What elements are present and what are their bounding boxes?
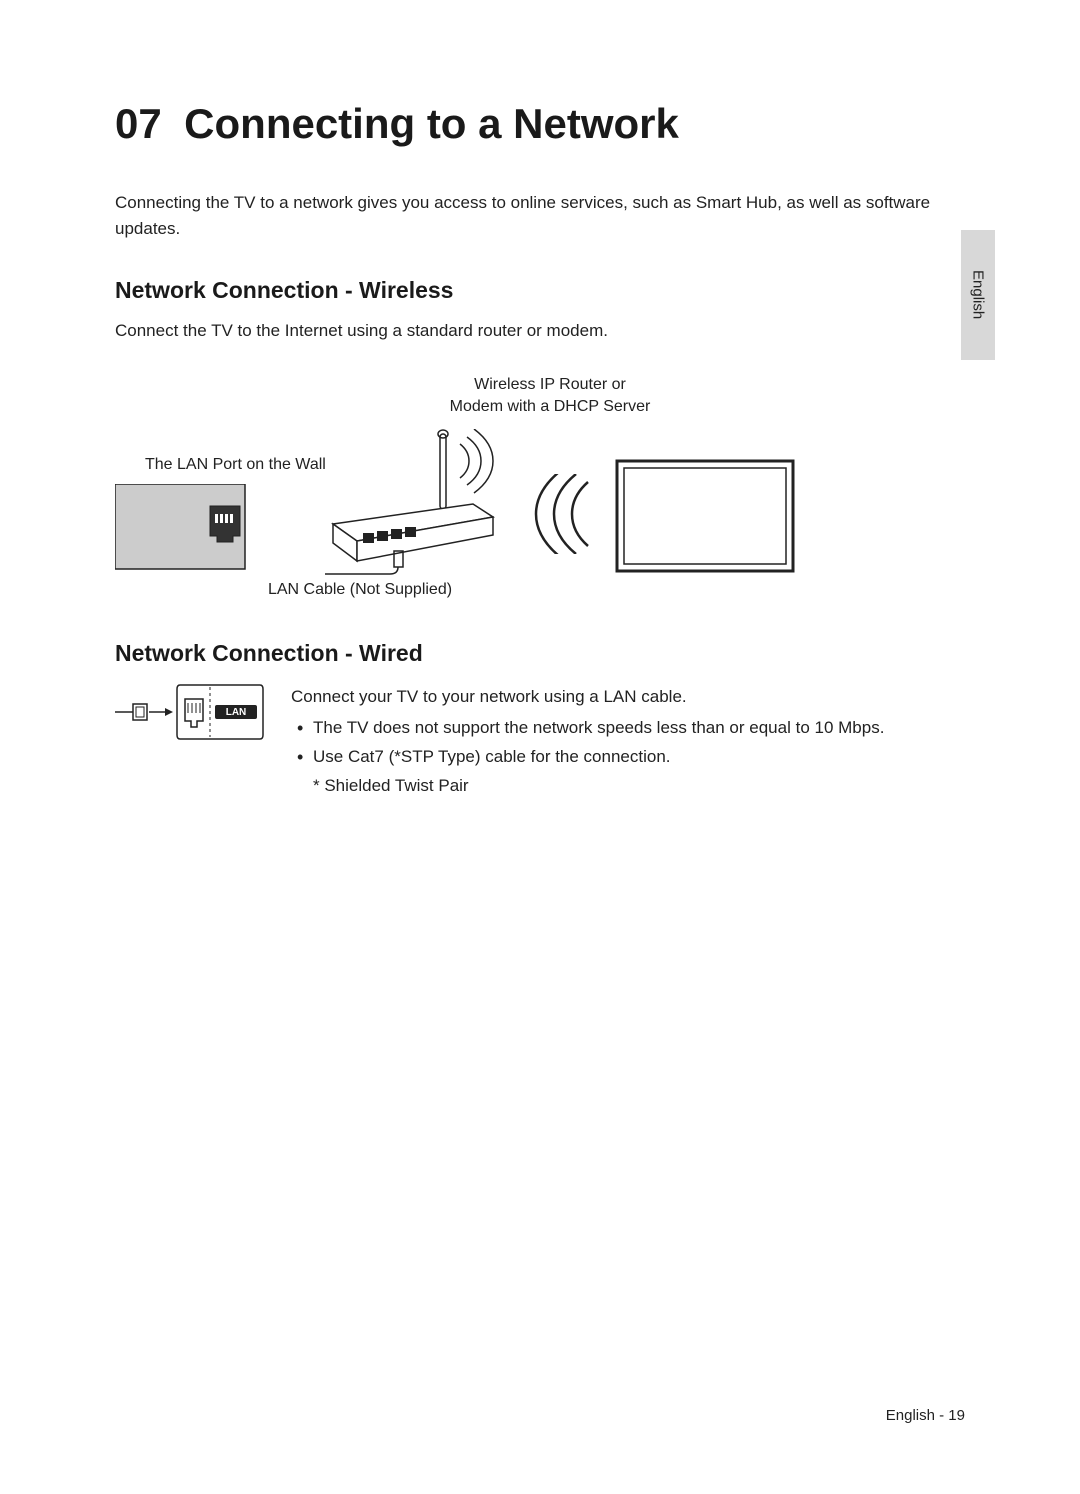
wireless-body: Connect the TV to the Internet using a s… xyxy=(115,318,965,344)
wired-text-block: Connect your TV to your network using a … xyxy=(291,683,884,800)
language-tab-text: English xyxy=(970,270,987,319)
wireless-signal-icon xyxy=(530,474,600,554)
wired-heading: Network Connection - Wired xyxy=(115,640,965,667)
lan-port-text: LAN xyxy=(226,707,247,718)
tv-icon xyxy=(615,459,795,574)
chapter-title: Connecting to a Network xyxy=(184,100,679,147)
wired-bullet-1: The TV does not support the network spee… xyxy=(291,714,884,741)
wired-section: LAN Connect your TV to your network usin… xyxy=(115,683,965,800)
wall-port-icon xyxy=(115,484,255,574)
chapter-header: 07 Connecting to a Network xyxy=(115,100,965,148)
chapter-number: 07 xyxy=(115,100,162,147)
lan-port-icon: LAN xyxy=(115,683,265,741)
page-number: English - 19 xyxy=(886,1407,965,1424)
router-label-line1: Wireless IP Router or xyxy=(425,374,675,396)
wired-footnote: * Shielded Twist Pair xyxy=(291,772,884,799)
wireless-heading: Network Connection - Wireless xyxy=(115,277,965,304)
intro-paragraph: Connecting the TV to a network gives you… xyxy=(115,190,965,241)
router-icon xyxy=(325,429,505,579)
router-label-line2: Modem with a DHCP Server xyxy=(425,396,675,418)
language-tab: English xyxy=(961,230,995,360)
router-label: Wireless IP Router or Modem with a DHCP … xyxy=(425,374,675,419)
wireless-diagram: Wireless IP Router or Modem with a DHCP … xyxy=(115,374,965,604)
page-container: 07 Connecting to a Network Connecting th… xyxy=(0,0,1080,859)
wired-intro: Connect your TV to your network using a … xyxy=(291,683,884,710)
wired-bullet-list: The TV does not support the network spee… xyxy=(291,714,884,770)
lan-cable-label: LAN Cable (Not Supplied) xyxy=(235,579,485,601)
wired-bullet-2: Use Cat7 (*STP Type) cable for the conne… xyxy=(291,743,884,770)
